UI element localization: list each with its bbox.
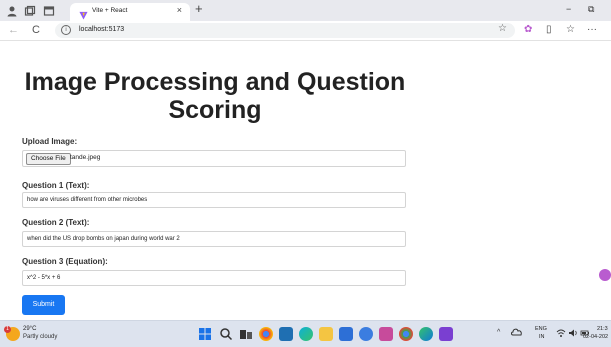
favorites-icon[interactable]: ☆ <box>566 24 575 36</box>
store-icon[interactable] <box>339 327 353 341</box>
file-explorer-icon[interactable] <box>319 327 333 341</box>
split-screen-icon[interactable]: ▯ <box>546 24 552 36</box>
more-menu-icon[interactable]: ··· <box>587 24 597 36</box>
url-text[interactable]: localhost:5173 <box>79 26 124 33</box>
question-3-label: Question 3 (Equation): <box>22 257 108 266</box>
tray-chevron-icon[interactable]: ^ <box>497 329 500 336</box>
upload-image-label: Upload Image: <box>22 137 78 146</box>
question-1-label: Question 1 (Text): <box>22 181 90 190</box>
task-view-icon[interactable] <box>239 327 253 341</box>
language-region: IN <box>539 334 545 340</box>
browser-tab-bar: Vite + React × + − ⧉ <box>0 0 611 21</box>
windows-taskbar: 1 29°C Partly cloudy ^ ENG IN 21:3 02-04… <box>0 320 611 347</box>
search-icon[interactable] <box>219 327 233 341</box>
back-button[interactable]: ← <box>8 24 19 36</box>
chrome-icon[interactable] <box>399 327 413 341</box>
volume-icon[interactable] <box>568 328 578 340</box>
question-2-label: Question 2 (Text): <box>22 218 90 227</box>
language-indicator[interactable]: ENG <box>535 326 547 332</box>
vscode-icon[interactable] <box>439 327 453 341</box>
page-content: Image Processing and Question Scoring Up… <box>0 42 611 320</box>
edge-profile-icon[interactable] <box>419 327 433 341</box>
collections-icon[interactable]: ✿ <box>524 24 532 36</box>
question-2-input[interactable]: when did the US drop bombs on japan duri… <box>22 231 406 247</box>
question-3-input[interactable]: x^2 - 5*x + 6 <box>22 270 406 286</box>
file-input[interactable]: Choose File tande.jpeg <box>22 150 406 167</box>
tab-close-button[interactable]: × <box>177 5 182 15</box>
weather-alert-badge: 1 <box>4 326 11 333</box>
restore-button[interactable]: ⧉ <box>588 4 594 15</box>
new-tab-button[interactable]: + <box>195 1 203 17</box>
wifi-icon[interactable] <box>556 328 566 340</box>
mail-icon[interactable] <box>359 327 373 341</box>
windows-start-icon[interactable] <box>198 327 212 341</box>
onedrive-icon[interactable] <box>511 327 523 339</box>
edge-icon[interactable] <box>299 327 313 341</box>
site-info-icon[interactable]: i <box>61 25 71 35</box>
page-title: Image Processing and Question Scoring <box>24 68 406 124</box>
minimize-button[interactable]: − <box>566 4 571 14</box>
tab-title: Vite + React <box>92 7 128 14</box>
temperature-text: 29°C <box>23 326 37 332</box>
chrome-icon[interactable] <box>259 327 273 341</box>
weather-condition-text: Partly cloudy <box>23 334 58 340</box>
photos-icon[interactable] <box>379 327 393 341</box>
choose-file-button[interactable]: Choose File <box>26 153 71 165</box>
address-bar-row: ← C i localhost:5173 ☆ ✿ ▯ ☆ ··· <box>0 21 611 41</box>
tab-actions-icon[interactable] <box>43 4 55 16</box>
address-bar[interactable]: i localhost:5173 ☆ <box>55 23 515 38</box>
vscode-icon[interactable] <box>279 327 293 341</box>
active-tab[interactable]: Vite + React × <box>70 3 190 21</box>
copilot-sidebar-icon[interactable] <box>599 269 611 281</box>
reload-button[interactable]: C <box>32 24 40 36</box>
clock-time[interactable]: 21:3 <box>597 326 608 332</box>
clock-date[interactable]: 02-04-202 <box>583 334 608 340</box>
workspaces-icon[interactable] <box>24 4 36 16</box>
vite-logo-icon <box>79 7 88 20</box>
submit-button[interactable]: Submit <box>22 295 65 315</box>
profile-icon[interactable] <box>6 4 18 17</box>
question-1-input[interactable]: how are viruses different from other mic… <box>22 192 406 208</box>
favorite-star-icon[interactable]: ☆ <box>498 23 507 34</box>
selected-file-name: tande.jpeg <box>70 154 101 161</box>
